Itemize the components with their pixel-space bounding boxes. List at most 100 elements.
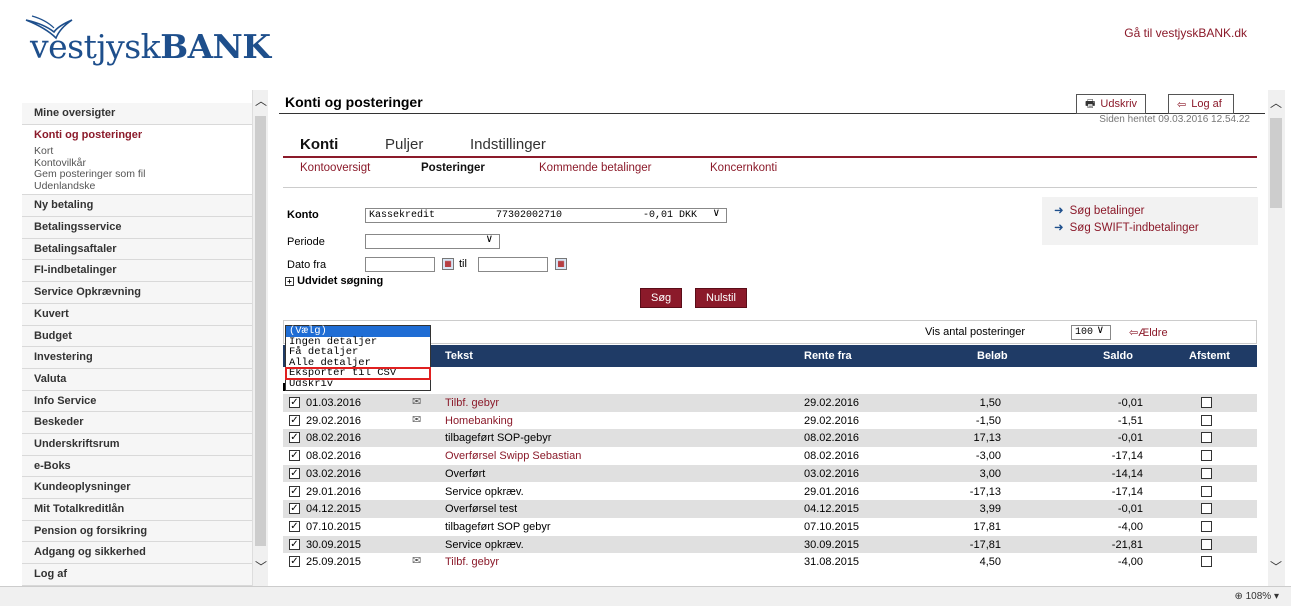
sidebar-item[interactable]: Kundeoplysninger [22,477,252,499]
action-dropdown-list[interactable]: (Vælg) Ingen detaljer Få detaljer Alle d… [285,325,431,391]
sidebar-item[interactable]: e-Boks [22,455,252,478]
table-row[interactable]: ✓ 03.02.2016 Overført 03.02.2016 3,00 -14,14 [283,464,1257,483]
row-checkbox[interactable]: ✓ [289,538,300,550]
page-scroll-thumb[interactable] [1270,118,1282,208]
zoom-control[interactable]: ⊕ 108% ▾ [1234,591,1279,602]
sidebar-item[interactable]: Beskeder [22,412,252,434]
date-from-input[interactable] [365,257,435,272]
option-eksporter-csv[interactable]: Eksporter til CSV [285,367,431,380]
table-row[interactable]: ✓ 30.09.2015 Service opkræv. 30.09.2015 -17,… [283,535,1257,554]
tab-puljer[interactable]: Puljer [385,136,423,153]
reconcile-checkbox[interactable] [1201,414,1212,426]
row-checkbox[interactable]: ✓ [289,397,300,408]
row-checkbox[interactable]: ✓ [289,503,300,515]
table-row[interactable]: ✓ 25.09.2015 ✉ Tilbf. gebyr 31.08.2015 4,50 -4… [283,553,1257,571]
reconcile-checkbox[interactable] [1201,485,1212,497]
chevron-down-icon[interactable]: ﹀ [253,560,269,574]
subtab-koncernkonti[interactable]: Koncernkonti [710,162,777,174]
advanced-search-toggle[interactable]: + Udvidet søgning [285,275,383,287]
calendar-icon[interactable]: ▦ [555,258,567,270]
goto-bank-link[interactable]: Gå til vestjyskBANK.dk [1124,26,1247,40]
sidebar-item[interactable]: Log af [22,564,252,586]
sidebar-item[interactable]: Mit Totalkreditlån [22,499,252,521]
table-row[interactable]: ✓ 01.03.2016 ✉ Tilbf. gebyr 29.02.2016 1,50 -0… [283,394,1257,412]
option-faa-detaljer[interactable]: Få detaljer [286,347,430,358]
col-amount[interactable]: Beløb [977,350,1008,362]
search-button[interactable]: Søg [640,288,683,308]
envelope-icon[interactable]: ✉ [412,554,421,567]
reconcile-checkbox[interactable] [1201,556,1212,568]
envelope-icon[interactable]: ✉ [412,413,421,426]
bank-logo[interactable]: vestjyskBANK [24,14,271,66]
row-checkbox[interactable]: ✓ [289,556,300,568]
search-swift-link[interactable]: ➜ Søg SWIFT-indbetalinger [1054,220,1258,237]
reconcile-checkbox[interactable] [1201,503,1212,515]
sidebar-item[interactable]: Konti og posteringer [22,124,252,147]
table-row[interactable]: ✓ 08.02.2016 Overførsel Swipp Sebastian 08.… [283,447,1257,465]
option-udskriv[interactable]: Udskriv [286,378,430,390]
row-checkbox[interactable]: ✓ [289,467,300,479]
konto-select[interactable]: Kassekredit 77302002710 -0,01 DKK ∨ [365,208,727,223]
search-payments-link[interactable]: ➜ Søg betalinger [1054,203,1258,220]
calendar-icon[interactable]: ▦ [442,258,454,270]
reconcile-checkbox[interactable] [1201,467,1212,479]
option-vaelg[interactable]: (Vælg) [286,326,430,337]
row-text[interactable]: Tilbf. gebyr [445,397,499,409]
row-text[interactable]: Overførsel Swipp Sebastian [445,450,581,462]
sidebar-item[interactable]: Pension og forsikring [22,520,252,543]
row-checkbox[interactable]: ✓ [289,414,300,426]
sidebar-item[interactable]: Betalingsaftaler [22,238,252,261]
tab-konti[interactable]: Konti [300,136,338,153]
older-link[interactable]: ⇦Ældre [1129,326,1168,339]
sidebar-subitem[interactable]: Udenlandske [34,180,252,193]
sidebar-item[interactable]: Investering [22,347,252,369]
reconcile-checkbox[interactable] [1201,397,1212,408]
sidebar-item[interactable]: Budget [22,325,252,348]
row-text[interactable]: Homebanking [445,415,513,427]
subtab-kommende-betalinger[interactable]: Kommende betalinger [539,162,652,174]
sidebar-item[interactable]: Underskriftsrum [22,433,252,456]
subtab-kontooversigt[interactable]: Kontooversigt [300,162,370,174]
row-text[interactable]: Tilbf. gebyr [445,556,499,568]
table-row[interactable]: ✓ 08.02.2016 tilbageført SOP-gebyr 08.02.20… [283,429,1257,448]
sidebar-item[interactable]: FI-indbetalinger [22,260,252,283]
sidebar-item[interactable]: Mine oversigter [22,103,252,125]
logout-button[interactable]: ⇦ Log af [1168,94,1234,114]
sidebar-item[interactable]: Adgang og sikkerhed [22,542,252,565]
col-rate-from[interactable]: Rente fra [804,350,852,362]
col-text[interactable]: Tekst [445,350,473,362]
table-row[interactable]: ✓ 07.10.2015 tilbageført SOP gebyr 07.10.20… [283,518,1257,536]
print-button[interactable]: 🖶 Udskriv [1076,94,1147,114]
tab-indstillinger[interactable]: Indstillinger [470,136,546,153]
page-scrollbar[interactable]: ︿ ﹀ [1268,90,1285,586]
reset-button[interactable]: Nulstil [695,288,747,308]
row-checkbox[interactable]: ✓ [289,485,300,497]
col-balance[interactable]: Saldo [1103,350,1133,362]
row-checkbox[interactable]: ✓ [289,520,300,532]
sidebar-item[interactable]: Service Opkrævning [22,282,252,304]
chevron-up-icon[interactable]: ︿ [1268,96,1284,110]
reconcile-checkbox[interactable] [1201,432,1212,444]
reconcile-checkbox[interactable] [1201,520,1212,532]
sidebar-item[interactable]: Info Service [22,390,252,413]
subtab-posteringer[interactable]: Posteringer [421,162,485,174]
row-checkbox[interactable]: ✓ [289,450,300,462]
table-row[interactable]: ✓ 29.01.2016 Service opkræv. 29.01.2016 -17,… [283,483,1257,501]
sidebar-scroll-thumb[interactable] [255,116,266,546]
sidebar-item[interactable]: Kuvert [22,303,252,326]
reconcile-checkbox[interactable] [1201,450,1212,462]
table-row[interactable]: ✓ 04.12.2015 Overførsel test 04.12.2015 3,99… [283,500,1257,518]
chevron-down-icon[interactable]: ﹀ [1268,560,1284,574]
envelope-icon[interactable]: ✉ [412,395,421,408]
reconcile-checkbox[interactable] [1201,538,1212,550]
sidebar-item[interactable]: Valuta [22,368,252,391]
sidebar-scrollbar[interactable]: ︿ ﹀ [252,90,268,586]
col-reconcile[interactable]: Afstemt [1189,350,1230,362]
periode-select[interactable]: ∨ [365,234,500,249]
sidebar-item[interactable]: Ny betaling [22,195,252,218]
date-to-input[interactable] [478,257,548,272]
count-select[interactable]: 100 ∨ [1071,325,1111,340]
table-row[interactable]: ✓ 29.02.2016 ✉ Homebanking 29.02.2016 -1,50 -1… [283,412,1257,430]
sidebar-item[interactable]: Betalingsservice [22,217,252,239]
row-checkbox[interactable]: ✓ [289,432,300,444]
